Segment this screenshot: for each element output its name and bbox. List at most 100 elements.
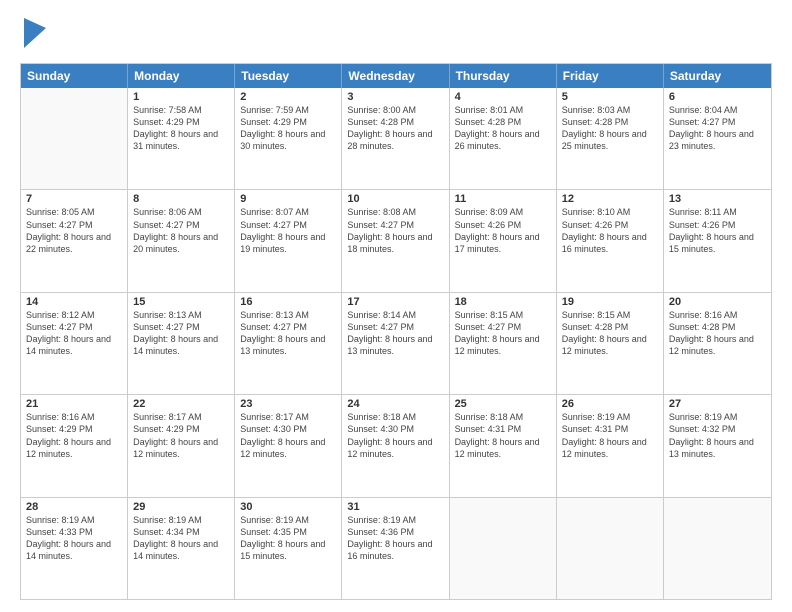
day-info: Sunrise: 8:18 AMSunset: 4:30 PMDaylight:…: [347, 411, 443, 460]
day-info: Sunrise: 8:19 AMSunset: 4:36 PMDaylight:…: [347, 514, 443, 563]
cal-week-1: 1Sunrise: 7:58 AMSunset: 4:29 PMDaylight…: [21, 88, 771, 190]
logo-icon: [24, 18, 46, 53]
cal-header-friday: Friday: [557, 64, 664, 88]
cal-cell-18: 18Sunrise: 8:15 AMSunset: 4:27 PMDayligh…: [450, 293, 557, 394]
day-number: 7: [26, 193, 122, 205]
day-info: Sunrise: 8:16 AMSunset: 4:28 PMDaylight:…: [669, 309, 766, 358]
day-number: 6: [669, 91, 766, 103]
day-info: Sunrise: 8:13 AMSunset: 4:27 PMDaylight:…: [240, 309, 336, 358]
day-number: 4: [455, 91, 551, 103]
page: SundayMondayTuesdayWednesdayThursdayFrid…: [0, 0, 792, 612]
cal-cell-5: 5Sunrise: 8:03 AMSunset: 4:28 PMDaylight…: [557, 88, 664, 189]
cal-cell-28: 28Sunrise: 8:19 AMSunset: 4:33 PMDayligh…: [21, 498, 128, 599]
day-info: Sunrise: 8:15 AMSunset: 4:28 PMDaylight:…: [562, 309, 658, 358]
cal-cell-24: 24Sunrise: 8:18 AMSunset: 4:30 PMDayligh…: [342, 395, 449, 496]
cal-cell-25: 25Sunrise: 8:18 AMSunset: 4:31 PMDayligh…: [450, 395, 557, 496]
day-number: 24: [347, 398, 443, 410]
day-info: Sunrise: 7:59 AMSunset: 4:29 PMDaylight:…: [240, 104, 336, 153]
header: [20, 16, 772, 53]
cal-cell-23: 23Sunrise: 8:17 AMSunset: 4:30 PMDayligh…: [235, 395, 342, 496]
day-info: Sunrise: 8:13 AMSunset: 4:27 PMDaylight:…: [133, 309, 229, 358]
day-info: Sunrise: 8:04 AMSunset: 4:27 PMDaylight:…: [669, 104, 766, 153]
cal-cell-27: 27Sunrise: 8:19 AMSunset: 4:32 PMDayligh…: [664, 395, 771, 496]
cal-cell-17: 17Sunrise: 8:14 AMSunset: 4:27 PMDayligh…: [342, 293, 449, 394]
cal-cell-14: 14Sunrise: 8:12 AMSunset: 4:27 PMDayligh…: [21, 293, 128, 394]
day-number: 15: [133, 296, 229, 308]
day-number: 19: [562, 296, 658, 308]
calendar-body: 1Sunrise: 7:58 AMSunset: 4:29 PMDaylight…: [21, 88, 771, 599]
day-number: 8: [133, 193, 229, 205]
day-info: Sunrise: 8:14 AMSunset: 4:27 PMDaylight:…: [347, 309, 443, 358]
day-number: 27: [669, 398, 766, 410]
cal-cell-9: 9Sunrise: 8:07 AMSunset: 4:27 PMDaylight…: [235, 190, 342, 291]
cal-cell-empty: [664, 498, 771, 599]
day-number: 22: [133, 398, 229, 410]
cal-cell-empty: [557, 498, 664, 599]
cal-cell-26: 26Sunrise: 8:19 AMSunset: 4:31 PMDayligh…: [557, 395, 664, 496]
cal-header-thursday: Thursday: [450, 64, 557, 88]
day-number: 29: [133, 501, 229, 513]
day-info: Sunrise: 8:01 AMSunset: 4:28 PMDaylight:…: [455, 104, 551, 153]
day-info: Sunrise: 8:11 AMSunset: 4:26 PMDaylight:…: [669, 206, 766, 255]
day-number: 20: [669, 296, 766, 308]
cal-week-4: 21Sunrise: 8:16 AMSunset: 4:29 PMDayligh…: [21, 395, 771, 497]
cal-cell-empty: [450, 498, 557, 599]
cal-week-3: 14Sunrise: 8:12 AMSunset: 4:27 PMDayligh…: [21, 293, 771, 395]
day-info: Sunrise: 8:03 AMSunset: 4:28 PMDaylight:…: [562, 104, 658, 153]
cal-cell-16: 16Sunrise: 8:13 AMSunset: 4:27 PMDayligh…: [235, 293, 342, 394]
day-number: 21: [26, 398, 122, 410]
cal-cell-12: 12Sunrise: 8:10 AMSunset: 4:26 PMDayligh…: [557, 190, 664, 291]
cal-cell-20: 20Sunrise: 8:16 AMSunset: 4:28 PMDayligh…: [664, 293, 771, 394]
day-number: 28: [26, 501, 122, 513]
day-number: 17: [347, 296, 443, 308]
cal-cell-19: 19Sunrise: 8:15 AMSunset: 4:28 PMDayligh…: [557, 293, 664, 394]
cal-cell-21: 21Sunrise: 8:16 AMSunset: 4:29 PMDayligh…: [21, 395, 128, 496]
cal-header-sunday: Sunday: [21, 64, 128, 88]
cal-cell-4: 4Sunrise: 8:01 AMSunset: 4:28 PMDaylight…: [450, 88, 557, 189]
cal-cell-8: 8Sunrise: 8:06 AMSunset: 4:27 PMDaylight…: [128, 190, 235, 291]
day-info: Sunrise: 7:58 AMSunset: 4:29 PMDaylight:…: [133, 104, 229, 153]
day-info: Sunrise: 8:10 AMSunset: 4:26 PMDaylight:…: [562, 206, 658, 255]
day-number: 10: [347, 193, 443, 205]
day-info: Sunrise: 8:19 AMSunset: 4:33 PMDaylight:…: [26, 514, 122, 563]
day-info: Sunrise: 8:16 AMSunset: 4:29 PMDaylight:…: [26, 411, 122, 460]
cal-cell-22: 22Sunrise: 8:17 AMSunset: 4:29 PMDayligh…: [128, 395, 235, 496]
day-number: 14: [26, 296, 122, 308]
day-number: 12: [562, 193, 658, 205]
day-info: Sunrise: 8:06 AMSunset: 4:27 PMDaylight:…: [133, 206, 229, 255]
cal-header-monday: Monday: [128, 64, 235, 88]
day-number: 26: [562, 398, 658, 410]
day-info: Sunrise: 8:00 AMSunset: 4:28 PMDaylight:…: [347, 104, 443, 153]
day-info: Sunrise: 8:07 AMSunset: 4:27 PMDaylight:…: [240, 206, 336, 255]
day-number: 5: [562, 91, 658, 103]
day-number: 2: [240, 91, 336, 103]
day-info: Sunrise: 8:17 AMSunset: 4:30 PMDaylight:…: [240, 411, 336, 460]
cal-cell-13: 13Sunrise: 8:11 AMSunset: 4:26 PMDayligh…: [664, 190, 771, 291]
cal-cell-29: 29Sunrise: 8:19 AMSunset: 4:34 PMDayligh…: [128, 498, 235, 599]
cal-cell-10: 10Sunrise: 8:08 AMSunset: 4:27 PMDayligh…: [342, 190, 449, 291]
day-info: Sunrise: 8:17 AMSunset: 4:29 PMDaylight:…: [133, 411, 229, 460]
day-number: 23: [240, 398, 336, 410]
day-number: 25: [455, 398, 551, 410]
cal-cell-1: 1Sunrise: 7:58 AMSunset: 4:29 PMDaylight…: [128, 88, 235, 189]
day-number: 9: [240, 193, 336, 205]
cal-cell-31: 31Sunrise: 8:19 AMSunset: 4:36 PMDayligh…: [342, 498, 449, 599]
day-info: Sunrise: 8:15 AMSunset: 4:27 PMDaylight:…: [455, 309, 551, 358]
day-number: 16: [240, 296, 336, 308]
cal-cell-11: 11Sunrise: 8:09 AMSunset: 4:26 PMDayligh…: [450, 190, 557, 291]
cal-cell-30: 30Sunrise: 8:19 AMSunset: 4:35 PMDayligh…: [235, 498, 342, 599]
logo: [20, 16, 46, 53]
day-number: 11: [455, 193, 551, 205]
day-info: Sunrise: 8:18 AMSunset: 4:31 PMDaylight:…: [455, 411, 551, 460]
day-info: Sunrise: 8:08 AMSunset: 4:27 PMDaylight:…: [347, 206, 443, 255]
day-info: Sunrise: 8:19 AMSunset: 4:31 PMDaylight:…: [562, 411, 658, 460]
day-number: 1: [133, 91, 229, 103]
cal-cell-15: 15Sunrise: 8:13 AMSunset: 4:27 PMDayligh…: [128, 293, 235, 394]
day-number: 31: [347, 501, 443, 513]
cal-cell-2: 2Sunrise: 7:59 AMSunset: 4:29 PMDaylight…: [235, 88, 342, 189]
cal-cell-empty: [21, 88, 128, 189]
day-info: Sunrise: 8:05 AMSunset: 4:27 PMDaylight:…: [26, 206, 122, 255]
day-number: 13: [669, 193, 766, 205]
cal-cell-6: 6Sunrise: 8:04 AMSunset: 4:27 PMDaylight…: [664, 88, 771, 189]
cal-header-saturday: Saturday: [664, 64, 771, 88]
